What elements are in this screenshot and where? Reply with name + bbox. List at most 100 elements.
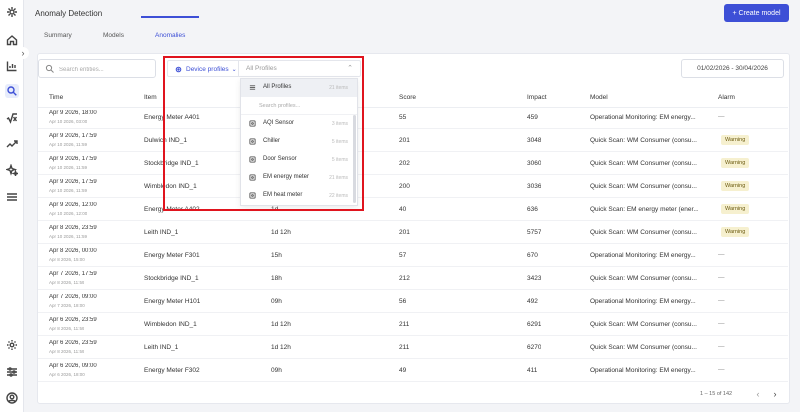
table-row[interactable]: Apr 9 2026, 12:00 Apr 10 2026, 12:00 Energ… <box>38 198 788 221</box>
cell-impact: 411 <box>527 367 538 374</box>
trend-icon[interactable] <box>5 137 19 151</box>
cell-score: 201 <box>399 137 410 144</box>
app-logo-icon[interactable] <box>5 5 19 19</box>
device-icon <box>249 120 256 127</box>
table-row[interactable]: Apr 9 2026, 17:59 Apr 10 2026, 11:59 Dulwi… <box>38 129 788 152</box>
cell-time-end: Apr 10 2026, 11:59 <box>49 234 87 239</box>
cell-model: Operational Monitoring: EM energy... <box>590 298 696 305</box>
device-icon <box>249 156 256 163</box>
device-profiles-filter[interactable]: Device profiles ⌄ All Profiles ⌃ <box>167 60 361 77</box>
home-icon[interactable] <box>5 33 19 47</box>
table-row[interactable]: Apr 6 2026, 09:00 Apr 6 2026, 18:00 Energy… <box>38 359 788 382</box>
cell-item[interactable]: Energy Meter H101 <box>144 298 200 305</box>
status-badge: Warning <box>721 135 750 145</box>
cell-time: Apr 9 2026, 17:59 <box>49 179 97 185</box>
menu-item-em-energy-meter[interactable]: EM energy meter 21 items <box>241 169 357 187</box>
cell-duration: 18h <box>271 275 282 282</box>
cell-time-end: Apr 8 2026, 11:59 <box>49 349 85 354</box>
cell-item[interactable]: Wimbledon IND_1 <box>144 321 197 328</box>
column-header-model[interactable]: Model <box>590 94 608 101</box>
cell-item[interactable]: Dulwich IND_1 <box>144 137 187 144</box>
profile-search[interactable] <box>241 97 357 115</box>
table-row[interactable]: Apr 9 2026, 18:00 Apr 10 2026, 03:00 Energ… <box>38 106 788 129</box>
cell-time: Apr 9 2026, 17:59 <box>49 156 97 162</box>
cell-item[interactable]: Energy Meter F301 <box>144 252 200 259</box>
cell-item[interactable]: Energy Meter F302 <box>144 367 200 374</box>
menu-scrollbar[interactable] <box>353 115 356 203</box>
tab-models[interactable]: Models <box>103 32 124 39</box>
device-icon <box>249 138 256 145</box>
cell-item[interactable]: Stockbridge IND_1 <box>144 160 199 167</box>
date-range-field[interactable]: 01/02/2026 - 30/04/2026 <box>681 59 784 78</box>
menu-item-em-heat-meter[interactable]: EM heat meter 22 items <box>241 187 357 205</box>
menu-item-label: All Profiles <box>263 84 292 90</box>
cell-item[interactable]: Wimbledon IND_1 <box>144 183 197 190</box>
cell-impact: 6291 <box>527 321 542 328</box>
column-header-item[interactable]: Item <box>144 94 157 101</box>
filter-value[interactable]: All Profiles <box>246 65 277 72</box>
column-header-time[interactable]: Time <box>49 94 63 101</box>
cell-item[interactable]: Leith IND_1 <box>144 344 178 351</box>
search-input[interactable] <box>59 64 151 75</box>
cell-alarm: — <box>718 343 725 350</box>
cell-time-end: Apr 7 2026, 18:00 <box>49 303 85 308</box>
column-header-impact[interactable]: Impact <box>527 94 547 101</box>
table-row[interactable]: Apr 6 2026, 23:59 Apr 8 2026, 11:59 Wimble… <box>38 313 788 336</box>
sparkle-icon[interactable] <box>5 163 19 177</box>
column-header-score[interactable]: Score <box>399 94 416 101</box>
table-row[interactable]: Apr 9 2026, 17:59 Apr 10 2026, 11:59 Stock… <box>38 152 788 175</box>
table-row[interactable]: Apr 6 2026, 23:59 Apr 8 2026, 11:59 Leith … <box>38 336 788 359</box>
cell-item[interactable]: Stockbridge IND_1 <box>144 275 199 282</box>
cell-impact: 492 <box>527 298 538 305</box>
settings-icon[interactable] <box>5 338 19 352</box>
column-header-alarm[interactable]: Alarm <box>718 94 735 101</box>
sliders-icon[interactable] <box>5 365 19 379</box>
cell-model: Operational Monitoring: EM energy... <box>590 114 696 121</box>
tab-summary[interactable]: Summary <box>44 32 72 39</box>
status-badge: Warning <box>721 204 750 214</box>
filter-label[interactable]: Device profiles ⌄ <box>168 61 239 77</box>
status-badge: Warning <box>721 227 750 237</box>
device-icon <box>249 174 256 181</box>
cell-model: Quick Scan: WM Consumer (consu... <box>590 229 697 236</box>
table-row[interactable]: Apr 8 2026, 00:00 Apr 8 2026, 15:00 Energy… <box>38 244 788 267</box>
cell-duration: 1d <box>271 206 279 213</box>
next-page-button[interactable]: › <box>769 388 781 400</box>
menu-item-chiller[interactable]: Chiller 5 items <box>241 133 357 151</box>
menu-item-all-profiles[interactable]: All Profiles 21 items <box>241 79 357 97</box>
chevron-up-icon[interactable]: ⌃ <box>347 64 353 72</box>
create-model-button[interactable]: + Create model <box>724 4 789 22</box>
menu-item-aqi-sensor[interactable]: AQI Sensor 3 items <box>241 115 357 133</box>
menu-item-label: Door Sensor <box>263 156 297 162</box>
chevron-right-icon[interactable]: › <box>17 47 29 59</box>
menu-item-count: 21 items <box>329 175 348 181</box>
cell-alarm: — <box>718 366 725 373</box>
cell-item[interactable]: Leith IND_1 <box>144 229 178 236</box>
menu-icon[interactable] <box>5 190 19 204</box>
cell-time: Apr 7 2026, 09:00 <box>49 294 97 300</box>
cell-item[interactable]: Energy Meter A401 <box>144 114 200 121</box>
menu-item-door-sensor[interactable]: Door Sensor 5 items <box>241 151 357 169</box>
table-row[interactable]: Apr 8 2026, 23:59 Apr 10 2026, 11:59 Leith… <box>38 221 788 244</box>
table-row[interactable]: Apr 7 2026, 09:00 Apr 7 2026, 18:00 Energy… <box>38 290 788 313</box>
cell-score: 211 <box>399 321 410 328</box>
chart-icon[interactable] <box>5 59 19 73</box>
tab-anomalies[interactable]: Anomalies <box>155 32 185 39</box>
cell-impact: 5757 <box>527 229 542 236</box>
user-icon[interactable] <box>5 391 19 405</box>
prev-page-button[interactable]: ‹ <box>752 388 764 400</box>
cell-score: 40 <box>399 206 407 213</box>
cell-model: Operational Monitoring: EM energy... <box>590 252 696 259</box>
cell-score: 57 <box>399 252 407 259</box>
cell-duration: 1d 12h <box>271 321 291 328</box>
menu-item-count: 5 items <box>331 139 348 145</box>
profile-search-input[interactable] <box>259 101 349 111</box>
search-icon[interactable] <box>5 84 19 98</box>
table-row[interactable]: Apr 9 2026, 17:59 Apr 10 2026, 11:59 Wimbl… <box>38 175 788 198</box>
sqrt-icon[interactable] <box>5 111 19 125</box>
cell-item[interactable]: Energy Meter A402 <box>144 206 200 213</box>
cell-duration: 09h <box>271 367 282 374</box>
entity-search[interactable] <box>38 59 156 78</box>
menu-item-count: 5 items <box>331 157 348 163</box>
table-row[interactable]: Apr 7 2026, 17:59 Apr 8 2026, 11:59 Stockb… <box>38 267 788 290</box>
